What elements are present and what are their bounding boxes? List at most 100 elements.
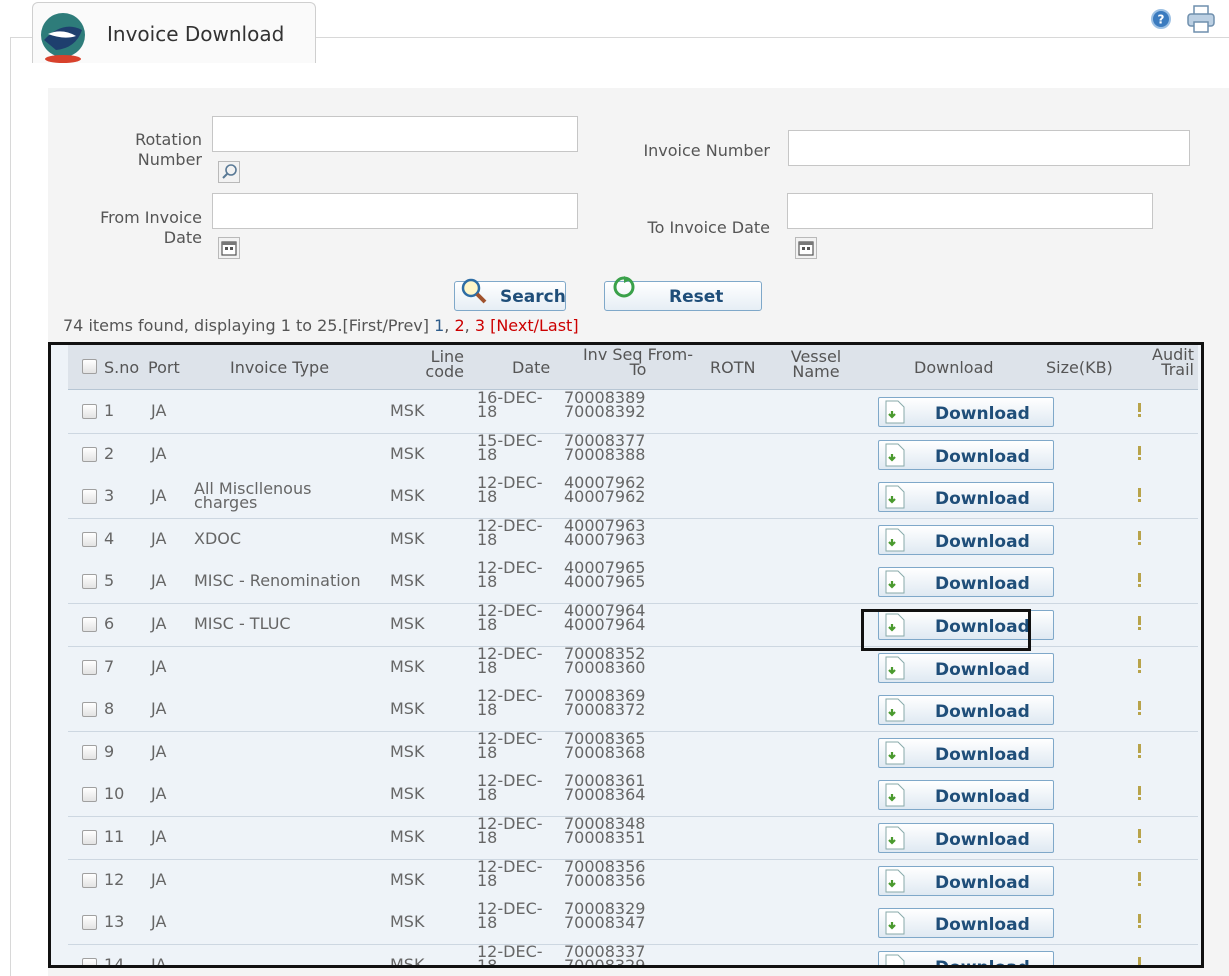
audit-trail-icon[interactable] (1138, 530, 1141, 545)
row-checkbox[interactable] (82, 787, 97, 803)
download-button[interactable]: Download (878, 652, 1054, 683)
download-button[interactable]: Download (878, 567, 1054, 598)
audit-trail-icon[interactable] (1138, 914, 1141, 929)
header-date: Date (512, 358, 551, 377)
page-link-1[interactable]: 1 (434, 316, 444, 335)
cell-invoice-type: MISC - Renomination (194, 571, 361, 591)
printer-icon[interactable] (1185, 4, 1217, 34)
cell-port: JA (151, 827, 167, 846)
from-invoice-date-input[interactable] (212, 193, 578, 229)
download-button[interactable]: Download (878, 780, 1054, 811)
audit-trail-icon[interactable] (1138, 701, 1141, 716)
select-all-checkbox[interactable] (82, 359, 97, 374)
cell-sno: 3 (104, 486, 115, 506)
magnifier-icon (222, 164, 237, 179)
row-checkbox[interactable] (82, 617, 97, 632)
cell-line-code: MSK (390, 699, 425, 719)
reset-button-label: Reset (669, 287, 724, 307)
audit-trail-icon[interactable] (1138, 403, 1141, 417)
table-row: 1 JA MSK 16-DEC- 18 70008389 70008392 Download (68, 388, 1198, 434)
cell-sno: 8 (104, 699, 115, 719)
row-checkbox[interactable] (82, 830, 97, 845)
header-vessel-name: Vessel Name (790, 347, 842, 381)
row-checkbox[interactable] (82, 574, 97, 590)
row-checkbox[interactable] (82, 915, 97, 931)
to-invoice-date-label: To Invoice Date (647, 218, 770, 237)
download-button-label: Download (935, 872, 1030, 893)
audit-trail-icon[interactable] (1138, 445, 1141, 460)
next-last-link[interactable]: [Next/Last] (485, 316, 578, 335)
page-link-2[interactable]: 2 (454, 316, 464, 335)
cell-inv-seq: 40007962 40007962 (564, 473, 646, 507)
download-button[interactable]: Download (878, 737, 1054, 768)
page-title: Invoice Download (107, 22, 285, 46)
download-button[interactable]: Download (878, 482, 1054, 513)
row-checkbox[interactable] (82, 872, 97, 888)
to-invoice-date-input[interactable] (787, 193, 1153, 229)
cell-date: 12-DEC- 18 (477, 899, 543, 933)
download-button[interactable]: Download (878, 908, 1054, 939)
row-checkbox[interactable] (82, 404, 97, 419)
cell-inv-seq: 40007963 40007963 (564, 515, 646, 549)
results-summary: 74 items found, displaying 1 to 25.[Firs… (63, 316, 579, 335)
rotation-number-input[interactable] (212, 116, 578, 152)
download-document-icon (885, 400, 905, 424)
table-row: 4 JA XDOC MSK 12-DEC- 18 40007963 40007963 Downl… (68, 515, 1198, 562)
download-button[interactable]: Download (878, 439, 1054, 470)
cell-date: 12-DEC- 18 (477, 856, 543, 890)
audit-trail-icon[interactable] (1138, 956, 1141, 968)
download-button[interactable]: Download (878, 865, 1054, 896)
help-icon[interactable]: ? (1150, 8, 1172, 30)
row-checkbox[interactable] (82, 702, 97, 718)
page-link-3[interactable]: 3 (475, 316, 485, 335)
table-row: 9 JA MSK 12-DEC- 18 70008365 70008368 Download (68, 730, 1198, 775)
cell-line-code: MSK (390, 784, 425, 804)
header-audit-trail: Audit Trail (1152, 345, 1194, 379)
table-row: 14 JA MSK 12-DEC- 18 70008337 70008329 Download (68, 943, 1198, 968)
audit-trail-icon[interactable] (1138, 829, 1141, 843)
table-header: S.no Port Invoice Type Line code Date Inv… (68, 345, 1198, 390)
row-checkbox[interactable] (82, 744, 97, 760)
download-button[interactable]: Download (878, 950, 1054, 968)
download-button[interactable]: Download (878, 695, 1054, 726)
download-button-label: Download (935, 489, 1030, 510)
cell-port: JA (151, 954, 167, 968)
reset-button[interactable]: Reset (604, 276, 762, 311)
download-button-label: Download (935, 957, 1030, 968)
cell-inv-seq: 70008329 70008347 (564, 899, 646, 933)
cell-inv-seq: 70008389 70008392 (564, 388, 646, 421)
search-button[interactable]: Search (454, 278, 566, 311)
cell-inv-seq: 70008348 70008351 (564, 814, 646, 847)
audit-trail-icon[interactable] (1138, 786, 1141, 801)
audit-trail-icon[interactable] (1138, 616, 1141, 630)
row-checkbox[interactable] (82, 531, 97, 547)
from-invoice-date-label: From Invoice Date (100, 208, 202, 247)
audit-trail-icon[interactable] (1138, 871, 1141, 886)
download-button-label: Download (935, 787, 1030, 808)
left-border (10, 37, 11, 976)
download-document-icon (885, 869, 905, 893)
to-date-calendar-button[interactable] (795, 237, 817, 259)
audit-trail-icon[interactable] (1138, 573, 1141, 588)
download-button-label: Download (935, 915, 1030, 936)
from-date-calendar-button[interactable] (218, 237, 240, 259)
cell-sno: 12 (104, 869, 125, 889)
row-checkbox[interactable] (82, 446, 97, 462)
audit-trail-icon[interactable] (1138, 658, 1141, 673)
audit-trail-icon[interactable] (1138, 743, 1141, 758)
invoice-number-input[interactable] (788, 130, 1190, 166)
download-document-icon (885, 954, 905, 965)
row-checkbox[interactable] (82, 489, 97, 505)
download-button[interactable]: Download (878, 524, 1054, 555)
download-button[interactable]: Download (878, 397, 1054, 427)
download-button[interactable]: Download (878, 823, 1054, 853)
header-port: Port (148, 358, 180, 377)
row-checkbox[interactable] (82, 659, 97, 675)
calendar-icon (798, 241, 814, 256)
audit-trail-icon[interactable] (1138, 488, 1141, 503)
cell-sno: 11 (104, 827, 125, 846)
cell-inv-seq: 70008369 70008372 (564, 686, 646, 720)
row-checkbox[interactable] (82, 957, 97, 965)
calendar-icon (221, 241, 237, 256)
rotation-lookup-button[interactable] (218, 161, 240, 183)
